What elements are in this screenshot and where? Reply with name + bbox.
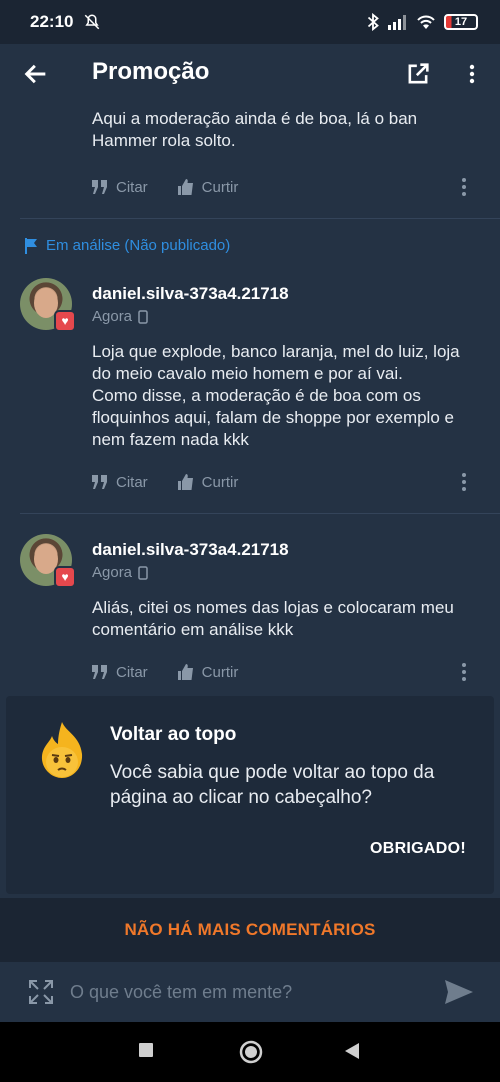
comment-composer <box>0 962 500 1022</box>
quote-icon <box>92 180 107 194</box>
comment-more-icon[interactable] <box>454 470 474 494</box>
comment-meta: Agora <box>92 308 500 325</box>
no-more-comments-label: NÃO HÁ MAIS COMENTÁRIOS <box>0 898 500 962</box>
like-button[interactable]: Curtir <box>177 178 239 196</box>
expand-icon[interactable] <box>28 979 54 1005</box>
status-time: 22:10 <box>30 12 74 31</box>
bluetooth-icon <box>367 13 379 31</box>
like-label: Curtir <box>201 473 239 491</box>
app-bar[interactable]: Promoção <box>0 44 500 106</box>
tip-title: Voltar ao topo <box>110 724 237 745</box>
battery-icon: 17 <box>444 14 478 30</box>
like-button[interactable]: Curtir <box>177 663 239 681</box>
quote-button[interactable]: Citar <box>92 179 148 196</box>
status-bar: 22:10 17 <box>0 0 500 44</box>
thumbs-up-icon <box>177 179 193 195</box>
heart-badge-icon: ♥ <box>54 566 76 588</box>
like-label: Curtir <box>201 663 239 681</box>
mute-icon <box>85 14 100 30</box>
quote-button[interactable]: Citar <box>92 474 148 491</box>
battery-level: 17 <box>454 16 468 28</box>
comment-more-icon[interactable] <box>454 660 474 684</box>
mobile-device-icon <box>138 565 148 580</box>
back-nav-icon[interactable] <box>344 1042 360 1060</box>
status-icons: 17 <box>366 13 478 31</box>
comment-username[interactable]: daniel.silva-373a4.21718 <box>92 278 500 304</box>
comment-meta: Agora <box>92 564 500 581</box>
heart-badge-icon: ♥ <box>54 310 76 332</box>
more-vert-icon[interactable] <box>460 60 484 88</box>
mobile-device-icon <box>138 309 148 324</box>
send-icon[interactable] <box>444 978 474 1006</box>
signal-icon <box>388 15 406 30</box>
dismiss-tip-button[interactable]: OBRIGADO! <box>370 840 466 858</box>
comment-text: Aliás, citei os nomes das lojas e coloca… <box>92 598 454 639</box>
avatar[interactable]: ♥ <box>20 278 76 332</box>
comment-more-icon[interactable] <box>454 175 474 199</box>
divider <box>20 513 500 514</box>
comment-item: ♥ daniel.silva-373a4.21718 Agora Loja qu… <box>0 278 500 513</box>
comments-list: Aqui a moderação ainda é de boa, lá o ba… <box>0 106 500 687</box>
thumbs-up-icon <box>177 664 193 680</box>
open-external-icon[interactable] <box>404 60 432 88</box>
moderation-label: Em análise (Não publicado) <box>46 237 231 254</box>
comment-time: Agora <box>92 564 133 581</box>
thumbs-up-icon <box>177 474 193 490</box>
back-to-top-tip-card: Voltar ao topo Você sabia que pode volta… <box>6 696 494 894</box>
comment-username[interactable]: daniel.silva-373a4.21718 <box>92 534 500 560</box>
comment-text: Aqui a moderação ainda é de boa, lá o ba… <box>92 109 418 150</box>
back-arrow-icon[interactable] <box>22 60 50 88</box>
comment-input[interactable] <box>70 976 420 1008</box>
moderation-notice: Em análise (Não publicado) <box>0 237 500 254</box>
comment-actions: Citar Curtir <box>92 657 500 687</box>
comment-text: Loja que explode, banco laranja, mel do … <box>92 342 460 449</box>
comment-actions: Citar Curtir <box>92 467 500 497</box>
like-button[interactable]: Curtir <box>177 473 239 491</box>
comment-item: Aqui a moderação ainda é de boa, lá o ba… <box>0 106 500 218</box>
fire-emoji-icon <box>41 722 83 778</box>
tip-body: Você sabia que pode voltar ao topo da pá… <box>110 762 435 808</box>
wifi-icon <box>417 15 435 29</box>
quote-label: Citar <box>116 473 148 491</box>
system-nav-bar <box>0 1022 500 1082</box>
quote-button[interactable]: Citar <box>92 664 148 681</box>
like-label: Curtir <box>201 178 239 196</box>
page-title: Promoção <box>92 58 210 85</box>
home-icon[interactable] <box>239 1040 263 1064</box>
divider <box>20 218 500 219</box>
quote-label: Citar <box>116 178 148 196</box>
flag-icon <box>25 237 37 254</box>
comment-actions: Citar Curtir <box>92 172 500 202</box>
quote-icon <box>92 665 107 679</box>
comment-time: Agora <box>92 308 133 325</box>
avatar[interactable]: ♥ <box>20 534 76 588</box>
quote-label: Citar <box>116 663 148 681</box>
comment-item: ♥ daniel.silva-373a4.21718 Agora Aliás, … <box>0 534 500 687</box>
recents-icon[interactable] <box>138 1042 154 1058</box>
quote-icon <box>92 475 107 489</box>
